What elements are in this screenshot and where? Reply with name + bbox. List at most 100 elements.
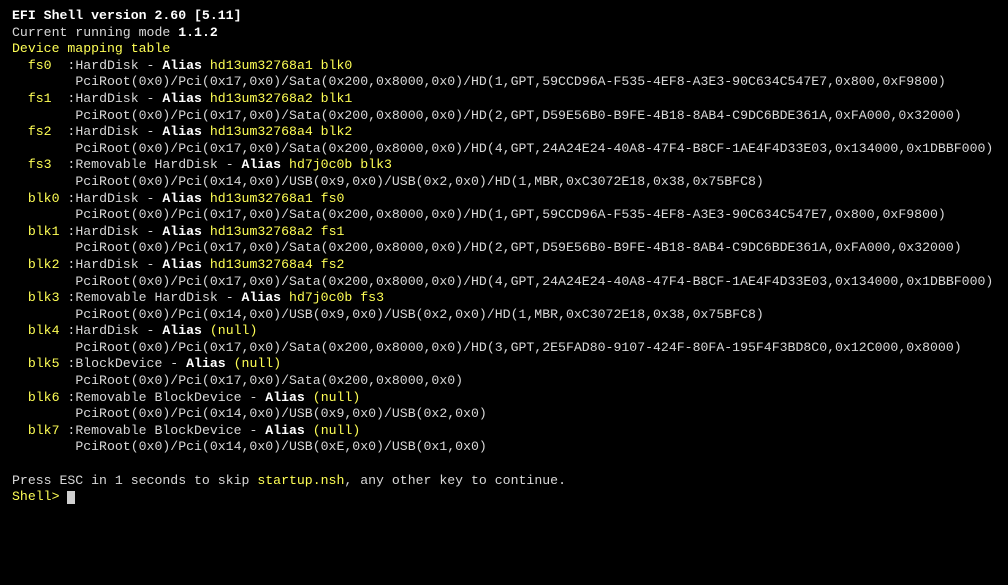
sep: - (139, 191, 163, 206)
device-alias: (null) (313, 423, 360, 438)
device-type: HardDisk (75, 58, 138, 73)
sep: - (218, 157, 242, 172)
device-path-line: PciRoot(0x0)/Pci(0x17,0x0)/Sata(0x200,0x… (12, 108, 996, 125)
device-entry: fs0 :HardDisk - Alias hd13um32768a1 blk0 (12, 58, 996, 75)
device-path-line: PciRoot(0x0)/Pci(0x14,0x0)/USB(0xE,0x0)/… (12, 439, 996, 456)
device-path: PciRoot(0x0)/Pci(0x17,0x0)/Sata(0x200,0x… (75, 340, 961, 355)
alias-label: Alias (242, 157, 282, 172)
device-path-line: PciRoot(0x0)/Pci(0x14,0x0)/USB(0x9,0x0)/… (12, 174, 996, 191)
device-path-line: PciRoot(0x0)/Pci(0x17,0x0)/Sata(0x200,0x… (12, 340, 996, 357)
device-name: blk5 (28, 356, 68, 371)
device-name: fs3 (28, 157, 68, 172)
sep: - (218, 290, 242, 305)
device-entry: fs3 :Removable HardDisk - Alias hd7j0c0b… (12, 157, 996, 174)
device-alias: (null) (210, 323, 257, 338)
device-entry: blk4 :HardDisk - Alias (null) (12, 323, 996, 340)
alias-label: Alias (162, 58, 202, 73)
sep: - (139, 58, 163, 73)
device-alias: hd13um32768a4 blk2 (210, 124, 352, 139)
device-name: blk3 (28, 290, 68, 305)
device-entry: blk5 :BlockDevice - Alias (null) (12, 356, 996, 373)
device-path-line: PciRoot(0x0)/Pci(0x17,0x0)/Sata(0x200,0x… (12, 207, 996, 224)
device-alias: (null) (313, 390, 360, 405)
device-entry: fs2 :HardDisk - Alias hd13um32768a4 blk2 (12, 124, 996, 141)
device-path: PciRoot(0x0)/Pci(0x14,0x0)/USB(0x9,0x0)/… (75, 174, 764, 189)
device-entry: blk1 :HardDisk - Alias hd13um32768a2 fs1 (12, 224, 996, 241)
device-list: fs0 :HardDisk - Alias hd13um32768a1 blk0… (12, 58, 996, 456)
device-path: PciRoot(0x0)/Pci(0x17,0x0)/Sata(0x200,0x… (75, 240, 961, 255)
device-path-line: PciRoot(0x0)/Pci(0x17,0x0)/Sata(0x200,0x… (12, 74, 996, 91)
alias-label: Alias (162, 257, 202, 272)
device-entry: blk3 :Removable HardDisk - Alias hd7j0c0… (12, 290, 996, 307)
sep: - (242, 390, 266, 405)
alias-label: Alias (242, 290, 282, 305)
sep: - (162, 356, 186, 371)
prompt-line[interactable]: Shell> (12, 489, 996, 506)
device-alias: (null) (234, 356, 281, 371)
mode-value: 1.1.2 (178, 25, 218, 40)
device-path: PciRoot(0x0)/Pci(0x17,0x0)/Sata(0x200,0x… (75, 108, 961, 123)
device-name: blk4 (28, 323, 68, 338)
device-path: PciRoot(0x0)/Pci(0x17,0x0)/Sata(0x200,0x… (75, 207, 946, 222)
device-alias: hd13um32768a1 blk0 (210, 58, 352, 73)
sep: - (139, 224, 163, 239)
alias-label: Alias (186, 356, 226, 371)
startup-file: startup.nsh (257, 473, 344, 488)
device-type: Removable HardDisk (75, 157, 217, 172)
device-alias: hd13um32768a1 fs0 (210, 191, 345, 206)
device-path-line: PciRoot(0x0)/Pci(0x14,0x0)/USB(0x9,0x0)/… (12, 307, 996, 324)
device-path: PciRoot(0x0)/Pci(0x14,0x0)/USB(0x9,0x0)/… (75, 307, 764, 322)
sep: - (139, 124, 163, 139)
sep: - (139, 257, 163, 272)
device-path: PciRoot(0x0)/Pci(0x14,0x0)/USB(0x9,0x0)/… (75, 406, 487, 421)
esc-prefix: Press ESC in 1 seconds to skip (12, 473, 257, 488)
device-name: fs1 (28, 91, 68, 106)
device-path-line: PciRoot(0x0)/Pci(0x14,0x0)/USB(0x9,0x0)/… (12, 406, 996, 423)
device-type: Removable BlockDevice (75, 390, 241, 405)
device-path-line: PciRoot(0x0)/Pci(0x17,0x0)/Sata(0x200,0x… (12, 274, 996, 291)
sep: - (242, 423, 266, 438)
device-entry: fs1 :HardDisk - Alias hd13um32768a2 blk1 (12, 91, 996, 108)
blank-line (12, 456, 996, 473)
table-header: Device mapping table (12, 41, 996, 58)
device-alias: hd13um32768a2 blk1 (210, 91, 352, 106)
device-path: PciRoot(0x0)/Pci(0x17,0x0)/Sata(0x200,0x… (75, 373, 463, 388)
alias-label: Alias (162, 124, 202, 139)
device-name: blk0 (28, 191, 68, 206)
device-type: HardDisk (75, 257, 138, 272)
device-name: blk6 (28, 390, 68, 405)
alias-label: Alias (265, 390, 305, 405)
device-type: HardDisk (75, 191, 138, 206)
device-alias: hd7j0c0b blk3 (289, 157, 392, 172)
device-name: fs2 (28, 124, 68, 139)
device-path-line: PciRoot(0x0)/Pci(0x17,0x0)/Sata(0x200,0x… (12, 141, 996, 158)
alias-label: Alias (162, 224, 202, 239)
device-entry: blk7 :Removable BlockDevice - Alias (nul… (12, 423, 996, 440)
alias-label: Alias (162, 323, 202, 338)
device-path: PciRoot(0x0)/Pci(0x17,0x0)/Sata(0x200,0x… (75, 274, 993, 289)
sep: - (139, 323, 163, 338)
device-type: HardDisk (75, 323, 138, 338)
alias-label: Alias (162, 91, 202, 106)
device-alias: hd13um32768a2 fs1 (210, 224, 345, 239)
table-header-text: Device mapping table (12, 41, 170, 56)
device-type: HardDisk (75, 91, 138, 106)
cursor-icon (67, 491, 75, 504)
device-type: HardDisk (75, 224, 138, 239)
device-entry: blk0 :HardDisk - Alias hd13um32768a1 fs0 (12, 191, 996, 208)
device-name: fs0 (28, 58, 68, 73)
device-type: HardDisk (75, 124, 138, 139)
sep: - (139, 91, 163, 106)
shell-prompt: Shell> (12, 489, 67, 504)
device-path-line: PciRoot(0x0)/Pci(0x17,0x0)/Sata(0x200,0x… (12, 373, 996, 390)
device-entry: blk6 :Removable BlockDevice - Alias (nul… (12, 390, 996, 407)
mode-line: Current running mode 1.1.2 (12, 25, 996, 42)
device-name: blk2 (28, 257, 68, 272)
device-path: PciRoot(0x0)/Pci(0x17,0x0)/Sata(0x200,0x… (75, 141, 993, 156)
version-line: EFI Shell version 2.60 [5.11] (12, 8, 996, 25)
device-path: PciRoot(0x0)/Pci(0x14,0x0)/USB(0xE,0x0)/… (75, 439, 487, 454)
device-type: BlockDevice (75, 356, 162, 371)
device-path: PciRoot(0x0)/Pci(0x17,0x0)/Sata(0x200,0x… (75, 74, 946, 89)
device-name: blk7 (28, 423, 68, 438)
device-entry: blk2 :HardDisk - Alias hd13um32768a4 fs2 (12, 257, 996, 274)
